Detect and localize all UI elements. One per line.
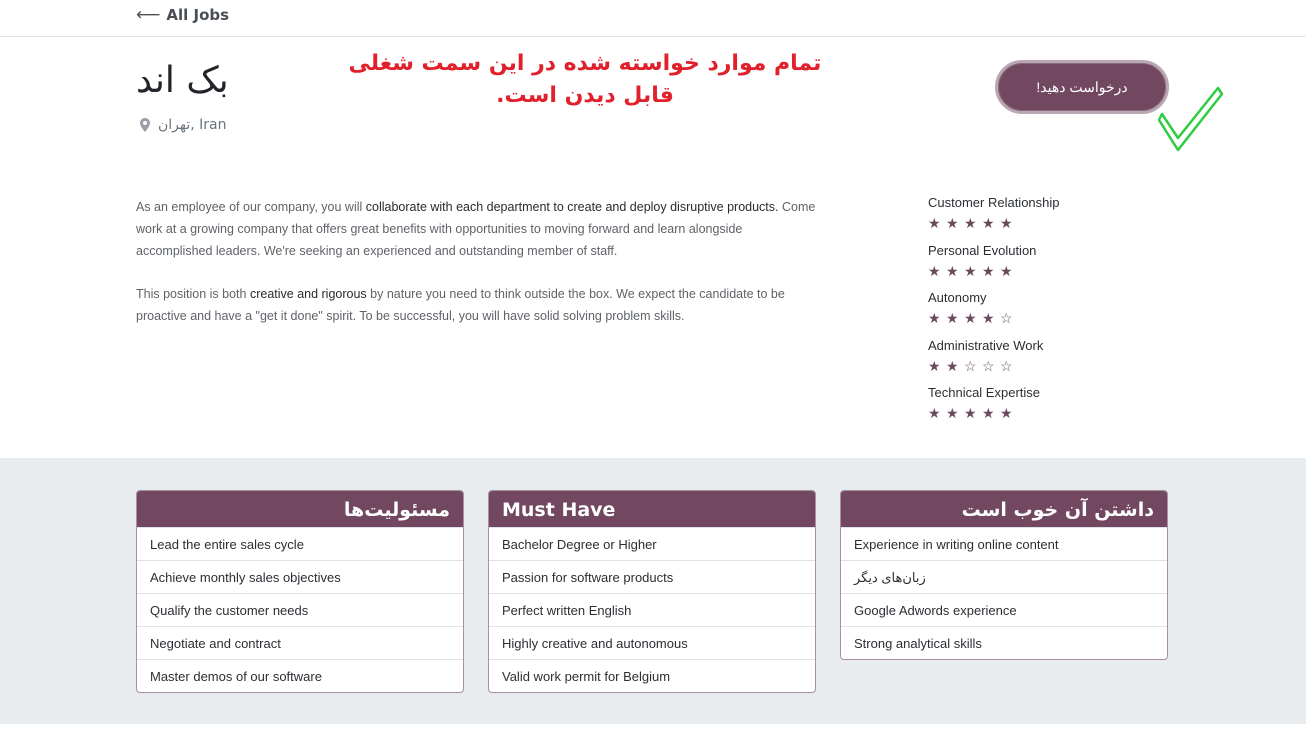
star-rating: ★ ★ ★ ★ ★ [928,262,1148,280]
star-icon: ★ [1000,262,1013,279]
list-item: Experience in writing online content [841,527,1167,560]
rating-label: Technical Expertise [928,385,1040,400]
star-icon: ★ [982,215,995,231]
rating-row: Customer Relationship ★ ★ ★ ★ ★ [928,192,1148,240]
star-icon: ★ [946,262,959,279]
star-icon: ★ [964,310,977,326]
list-item: Negotiate and contract [137,626,463,659]
star-outline-icon: ☆ [1000,310,1013,326]
star-icon: ★ [946,357,959,374]
star-outline-icon: ☆ [1000,357,1013,374]
rating-row: Personal Evolution ★ ★ ★ ★ ★ [928,240,1148,288]
map-marker-icon [140,118,150,132]
requirements-section: مسئولیت‌ها Lead the entire sales cycle Ach… [0,458,1306,724]
list-item: Perfect written English [489,593,815,626]
rating-row: Technical Expertise ★ ★ ★ ★ ★ [928,382,1148,430]
star-icon: ★ [982,405,995,421]
star-rating: ★ ★ ☆ ☆ ☆ [928,357,1148,375]
star-rating: ★ ★ ★ ★ ☆ [928,309,1148,327]
location-text: تهران, Iran [158,117,227,133]
rating-label: Customer Relationship [928,195,1060,210]
rating-row: Administrative Work ★ ★ ☆ ☆ ☆ [928,335,1148,383]
list-item: Master demos of our software [137,659,463,692]
list-item: Achieve monthly sales objectives [137,560,463,593]
list-item: زبان‌های دیگر [841,560,1167,593]
description-text: This position is both [136,287,250,301]
list-item: Lead the entire sales cycle [137,527,463,560]
checkmark-icon [1157,80,1224,158]
star-icon: ★ [946,215,959,231]
star-rating: ★ ★ ★ ★ ★ [928,214,1148,232]
apply-button[interactable]: درخواست دهید! [995,60,1169,114]
star-icon: ★ [928,405,941,421]
list-item: Qualify the customer needs [137,593,463,626]
star-rating: ★ ★ ★ ★ ★ [928,404,1148,422]
skill-ratings: Customer Relationship ★ ★ ★ ★ ★ Personal Evolu… [928,192,1148,430]
star-icon: ★ [982,310,995,326]
description-emphasis: collaborate with each department to crea… [365,200,779,214]
arrow-left-icon: ⟵ [136,4,161,25]
star-icon: ★ [964,262,977,279]
list-item: Valid work permit for Belgium [489,659,815,692]
star-outline-icon: ☆ [964,357,977,374]
star-icon: ★ [964,215,977,231]
job-location: تهران, Iran [140,117,227,133]
annotation-note: تمام موارد خواسته شده در این سمت شغلی قا… [348,51,822,108]
list-item: Strong analytical skills [841,626,1167,659]
rating-label: Autonomy [928,290,987,305]
job-title: بک اند [136,60,229,101]
description-text: As an employee of our company, you will [136,200,366,214]
star-icon: ★ [946,405,959,421]
star-icon: ★ [928,357,941,374]
star-outline-icon: ☆ [982,357,995,374]
card-title: داشتن آن خوب است [841,491,1167,527]
rating-label: Personal Evolution [928,242,1037,258]
top-nav-bar: ⟵ All Jobs [0,0,1306,37]
list-item: Bachelor Degree or Higher [489,527,815,560]
star-icon: ★ [928,310,941,326]
rating-row: Autonomy ★ ★ ★ ★ ☆ [928,287,1148,335]
star-icon: ★ [928,262,941,279]
card-must-have: Must Have Bachelor Degree or Higher Passio… [488,490,816,693]
card-title: مسئولیت‌ها [137,491,463,527]
list-item: Passion for software products [489,560,815,593]
rating-label: Administrative Work [928,337,1044,353]
card-responsibilities: مسئولیت‌ها Lead the entire sales cycle Ach… [136,490,464,693]
star-icon: ★ [928,215,941,231]
star-icon: ★ [982,262,995,279]
description-emphasis: creative and rigorous [249,287,367,301]
description-paragraph-2: This position is both creative and rigor… [136,283,821,327]
star-icon: ★ [1000,215,1013,231]
card-title: Must Have [489,491,815,527]
all-jobs-label: All Jobs [166,6,230,24]
star-icon: ★ [1000,405,1013,421]
description-paragraph-1: As an employee of our company, you will … [136,196,821,262]
card-nice-to-have: داشتن آن خوب است Experience in writing on… [840,490,1168,660]
all-jobs-link[interactable]: ⟵ All Jobs [136,6,229,24]
list-item: Google Adwords experience [841,593,1167,626]
star-icon: ★ [964,405,977,421]
job-description: As an employee of our company, you will … [136,196,821,348]
star-icon: ★ [946,310,959,326]
list-item: Highly creative and autonomous [489,626,815,659]
